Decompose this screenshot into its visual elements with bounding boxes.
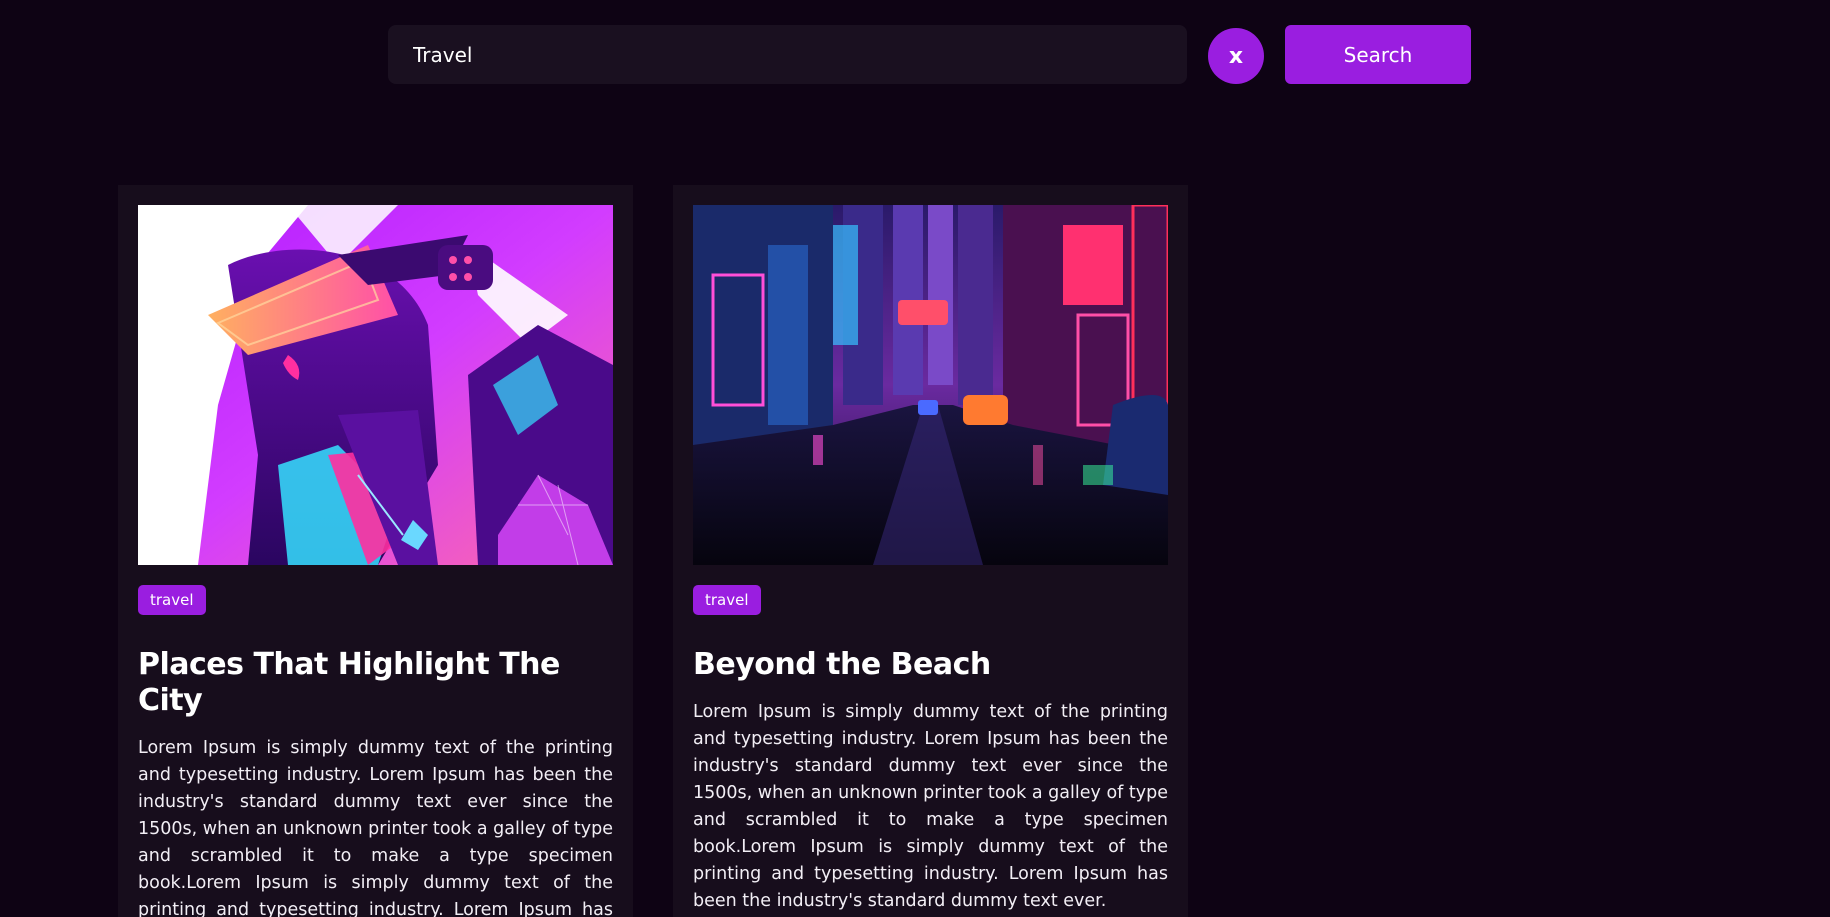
post-image-neon-street[interactable] <box>693 205 1168 565</box>
search-input[interactable] <box>388 25 1187 84</box>
post-card: travel Beyond the Beach Lorem Ipsum is s… <box>673 185 1188 917</box>
post-title[interactable]: Places That Highlight The City <box>138 647 613 719</box>
post-excerpt: Lorem Ipsum is simply dummy text of the … <box>138 738 613 917</box>
post-excerpt: Lorem Ipsum is simply dummy text of the … <box>693 702 1168 911</box>
search-button[interactable]: Search <box>1285 25 1471 84</box>
category-tag[interactable]: travel <box>693 585 761 615</box>
post-card: travel Places That Highlight The City Lo… <box>118 185 633 917</box>
post-title[interactable]: Beyond the Beach <box>693 647 1168 683</box>
category-tag[interactable]: travel <box>138 585 206 615</box>
post-image-vr-girl[interactable] <box>138 205 613 565</box>
clear-search-button[interactable]: x <box>1208 28 1264 84</box>
page: x Search <box>0 0 1830 917</box>
